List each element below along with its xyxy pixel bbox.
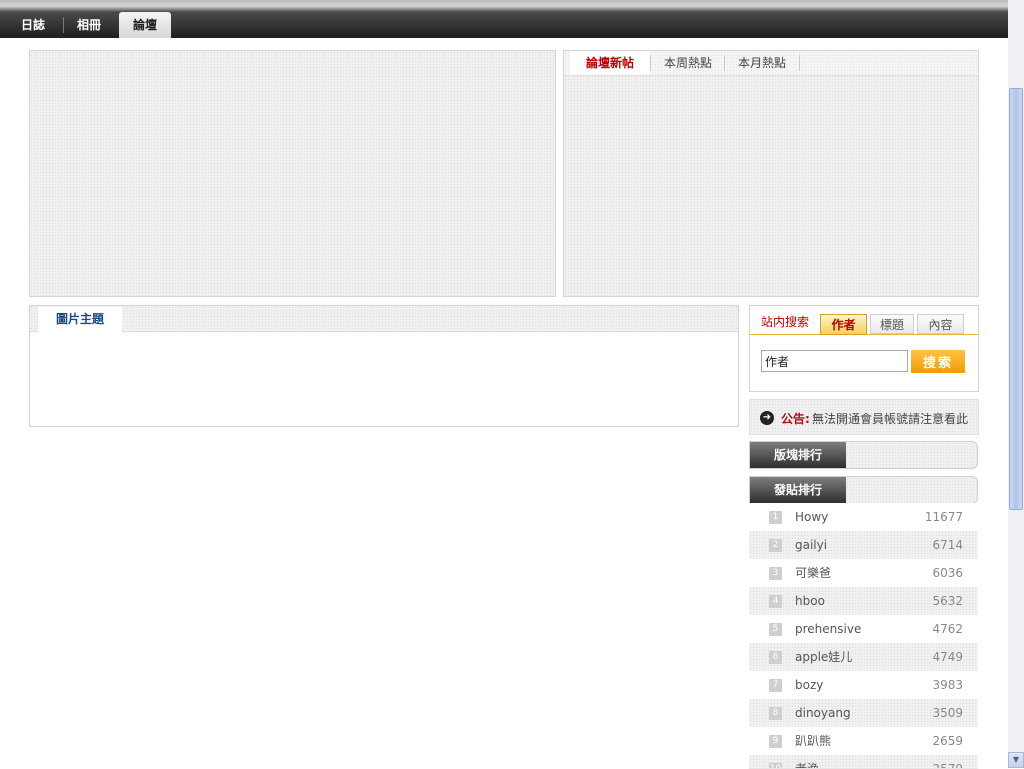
top-nav-bar: 日誌 相冊 論壇 — [0, 0, 1008, 38]
tab-weekly-hot[interactable]: 本周熱點 — [652, 51, 724, 75]
rank-count: 2579 — [932, 762, 963, 769]
post-ranking-title: 發貼排行 — [750, 477, 846, 503]
rank-user[interactable]: gailyi — [795, 531, 827, 559]
ranking-row[interactable]: 7 bozy 3983 — [749, 671, 978, 700]
nav-tab-diary[interactable]: 日誌 — [8, 12, 58, 38]
post-ranking-header[interactable]: 發貼排行 — [749, 476, 978, 504]
rank-user[interactable]: 老渔 — [795, 755, 819, 768]
announcement-link[interactable]: 無法開通會員帳號請注意看此 — [812, 410, 968, 427]
rank-number: 6 — [769, 651, 782, 664]
nav-separator — [63, 17, 64, 33]
image-topics-header: 圖片主題 — [30, 306, 738, 332]
scroll-down-button[interactable]: ▼ — [1008, 752, 1024, 768]
board-ranking-header[interactable]: 版塊排行 — [749, 441, 978, 469]
rank-count: 4762 — [932, 622, 963, 636]
scroll-up-button[interactable] — [1008, 0, 1024, 16]
nav-tab-album[interactable]: 相冊 — [66, 12, 112, 38]
search-input[interactable] — [761, 350, 908, 372]
image-topics-panel: 圖片主題 — [29, 305, 739, 427]
rank-number: 10 — [769, 763, 782, 768]
rank-user[interactable]: 可樂爸 — [795, 559, 831, 587]
rank-count: 4749 — [932, 650, 963, 664]
tab-new-posts[interactable]: 論壇新帖 — [570, 51, 650, 75]
rank-user[interactable]: 趴趴熊 — [795, 727, 831, 755]
tab-separator — [799, 55, 800, 71]
arrow-right-icon: ➜ — [760, 411, 774, 425]
search-tab-title[interactable]: 標題 — [870, 314, 914, 334]
rank-count: 3509 — [932, 706, 963, 720]
search-title: 站内搜索 — [761, 315, 810, 329]
featured-panel — [29, 50, 556, 297]
rank-number: 9 — [769, 735, 782, 748]
rank-count: 3983 — [932, 678, 963, 692]
ranking-row[interactable]: 10 老渔 2579 — [749, 755, 978, 769]
rank-number: 2 — [769, 539, 782, 552]
rank-count: 5632 — [932, 594, 963, 608]
forum-posts-panel: 論壇新帖 本周熱點 本月熱點 — [563, 50, 979, 297]
rank-number: 4 — [769, 595, 782, 608]
tab-image-topics[interactable]: 圖片主題 — [38, 307, 122, 332]
announcement-bar: ➜ 公告: 無法開通會員帳號請注意看此 — [749, 399, 979, 435]
rank-number: 5 — [769, 623, 782, 636]
rank-number: 3 — [769, 567, 782, 580]
board-ranking-title: 版塊排行 — [750, 442, 846, 468]
rank-number: 8 — [769, 707, 782, 720]
tab-separator — [724, 55, 725, 71]
rank-count: 11677 — [924, 510, 963, 524]
rank-count: 2659 — [932, 734, 963, 748]
rank-user[interactable]: Howy — [795, 503, 828, 531]
search-tab-content[interactable]: 內容 — [917, 314, 964, 334]
ranking-row[interactable]: 1 Howy 11677 — [749, 503, 978, 532]
rank-user[interactable]: dinoyang — [795, 699, 851, 727]
ranking-row[interactable]: 9 趴趴熊 2659 — [749, 727, 978, 756]
forum-tabstrip: 論壇新帖 本周熱點 本月熱點 — [564, 51, 978, 76]
ranking-row[interactable]: 8 dinoyang 3509 — [749, 699, 978, 728]
announcement-label: 公告: — [781, 412, 810, 426]
rank-user[interactable]: prehensive — [795, 615, 861, 643]
ranking-row[interactable]: 2 gailyi 6714 — [749, 531, 978, 560]
search-button[interactable]: 搜索 — [911, 350, 965, 373]
ranking-row[interactable]: 5 prehensive 4762 — [749, 615, 978, 644]
ranking-row[interactable]: 3 可樂爸 6036 — [749, 559, 978, 588]
ranking-row[interactable]: 4 hboo 5632 — [749, 587, 978, 616]
rank-user[interactable]: bozy — [795, 671, 823, 699]
vertical-scrollbar[interactable]: ▼ — [1008, 0, 1024, 768]
site-search-panel: 站内搜索 作者 標題 內容 搜索 — [749, 305, 979, 392]
rank-user[interactable]: hboo — [795, 587, 825, 615]
scrollbar-thumb[interactable] — [1009, 88, 1023, 510]
nav-tab-forum[interactable]: 論壇 — [119, 12, 171, 38]
tab-monthly-hot[interactable]: 本月熱點 — [726, 51, 798, 75]
rank-count: 6036 — [932, 566, 963, 580]
search-tab-author[interactable]: 作者 — [820, 314, 867, 335]
rank-number: 7 — [769, 679, 782, 692]
rank-count: 6714 — [932, 538, 963, 552]
ranking-row[interactable]: 6 apple娃儿 4749 — [749, 643, 978, 672]
tab-separator — [650, 55, 651, 71]
rank-user[interactable]: apple娃儿 — [795, 643, 852, 671]
rank-number: 1 — [769, 511, 782, 524]
search-tabstrip: 站内搜索 作者 標題 內容 — [750, 306, 978, 335]
